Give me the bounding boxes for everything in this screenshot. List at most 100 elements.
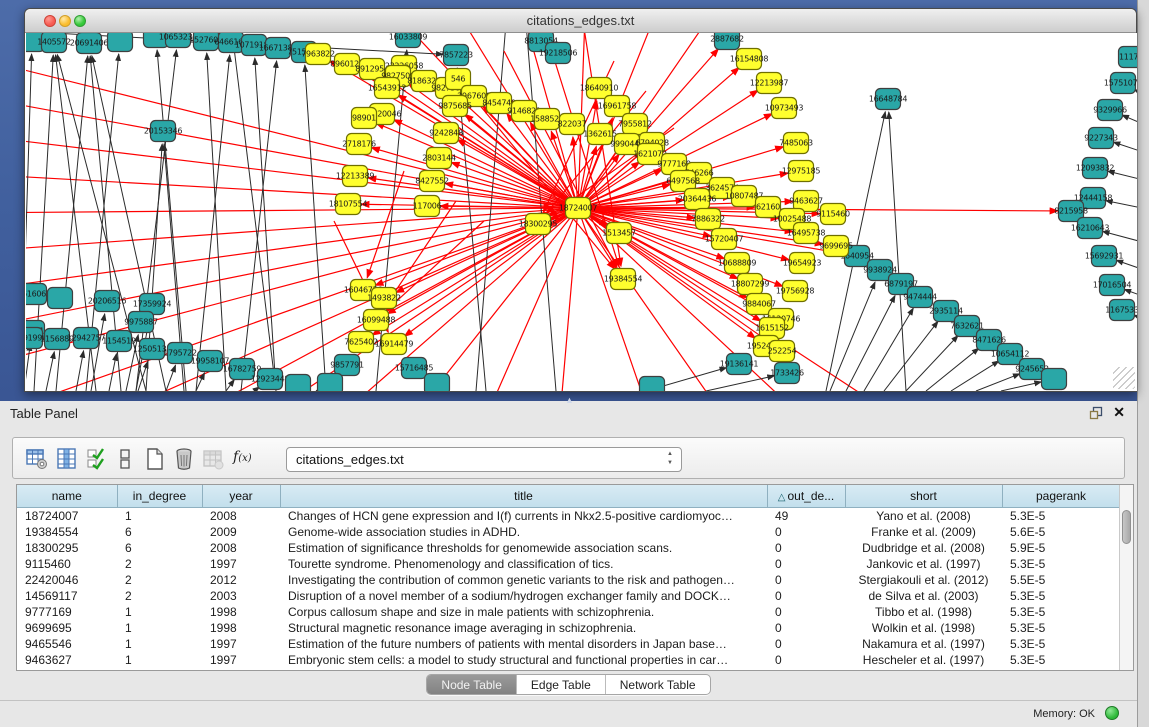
graph-node[interactable]: 1154519 <box>102 331 136 352</box>
table-cell[interactable]: Dudbridge et al. (2008) <box>845 540 1002 556</box>
table-cell[interactable]: Stergiakouli et al. (2012) <box>845 572 1002 588</box>
table-cell[interactable]: Changes of HCN gene expression and I(f) … <box>280 507 767 524</box>
column-header-short[interactable]: short <box>845 485 1002 507</box>
table-row[interactable]: 1938455462009Genome-wide association stu… <box>17 524 1120 540</box>
table-cell[interactable]: 1997 <box>202 652 280 668</box>
graph-node[interactable]: 7886322 <box>691 209 725 230</box>
table-cell[interactable]: Estimation of the future numbers of pati… <box>280 636 767 652</box>
new-file-icon[interactable] <box>143 447 167 471</box>
table-cell[interactable]: 0 <box>767 620 845 636</box>
table-cell[interactable]: Disruption of a novel member of a sodium… <box>280 588 767 604</box>
table-cell[interactable]: 0 <box>767 588 845 604</box>
graph-node[interactable]: 12213987 <box>750 73 789 94</box>
table-cell[interactable]: 1 <box>117 620 202 636</box>
graph-node[interactable]: 7625402 <box>344 332 378 353</box>
graph-node[interactable]: 7485063 <box>779 133 813 154</box>
graph-node[interactable]: 12093832 <box>1076 158 1115 179</box>
table-cell[interactable]: Wolkin et al. (1998) <box>845 620 1002 636</box>
table-scrollbar-thumb[interactable] <box>1122 510 1131 544</box>
table-cell[interactable]: 5.5E-5 <box>1002 572 1120 588</box>
table-cell[interactable]: 9463627 <box>17 652 117 668</box>
table-cell[interactable]: 1 <box>117 636 202 652</box>
splitter-handle[interactable]: ▲ <box>565 395 574 405</box>
table-cell[interactable]: Franke et al. (2009) <box>845 524 1002 540</box>
graph-node[interactable]: 19384554 <box>604 269 643 290</box>
graph-node[interactable]: 9329966 <box>1093 100 1127 121</box>
table-cell[interactable]: de Silva et al. (2003) <box>845 588 1002 604</box>
table-cell[interactable]: 5.9E-5 <box>1002 540 1120 556</box>
graph-node[interactable]: 1513457 <box>602 223 636 244</box>
float-panel-icon[interactable] <box>1089 406 1103 420</box>
table-cell[interactable]: Jankovic et al. (1997) <box>845 556 1002 572</box>
table-cell[interactable]: 1998 <box>202 604 280 620</box>
graph-node[interactable]: 16154808 <box>730 49 769 70</box>
graph-node[interactable]: 9474444 <box>903 287 937 308</box>
column-header-pagerank[interactable]: pagerank <box>1002 485 1120 507</box>
memory-status-indicator[interactable] <box>1105 706 1119 720</box>
table-cell[interactable]: 9699695 <box>17 620 117 636</box>
table-settings-icon[interactable] <box>25 447 49 471</box>
table-cell[interactable]: 2008 <box>202 540 280 556</box>
row-height-icon[interactable] <box>113 447 137 471</box>
table-cell[interactable]: 1 <box>117 652 202 668</box>
table-cell[interactable]: 9115460 <box>17 556 117 572</box>
select-columns-icon[interactable] <box>85 447 109 471</box>
column-header-title[interactable]: title <box>280 485 767 507</box>
function-builder-icon[interactable]: f(x) <box>233 449 257 473</box>
table-cell[interactable]: 5.3E-5 <box>1002 652 1120 668</box>
graph-node[interactable]: 20153346 <box>144 121 183 142</box>
graph-node[interactable]: 2803144 <box>422 148 456 169</box>
graph-node[interactable]: 8427552 <box>415 171 449 192</box>
table-scrollbar[interactable] <box>1119 485 1133 670</box>
table-cell[interactable]: 0 <box>767 652 845 668</box>
column-header-year[interactable]: year <box>202 485 280 507</box>
table-cell[interactable]: 14569117 <box>17 588 117 604</box>
table-cell[interactable]: 1997 <box>202 636 280 652</box>
graph-node[interactable]: 1405572 <box>37 33 71 53</box>
table-row[interactable]: 911546021997Tourette syndrome. Phenomeno… <box>17 556 1120 572</box>
graph-node[interactable] <box>425 374 450 392</box>
table-cell[interactable]: 0 <box>767 572 845 588</box>
column-header-outde[interactable]: △out_de... <box>767 485 845 507</box>
table-cell[interactable]: 19384554 <box>17 524 117 540</box>
table-cell[interactable]: 5.3E-5 <box>1002 507 1120 524</box>
table-row[interactable]: 2242004622012Investigating the contribut… <box>17 572 1120 588</box>
graph-node[interactable]: 7857223 <box>439 45 473 66</box>
graph-node[interactable]: 9699695 <box>819 236 853 257</box>
tab-edge-table[interactable]: Edge Table <box>517 675 606 695</box>
tab-network-table[interactable]: Network Table <box>606 675 710 695</box>
graph-node[interactable]: 12975185 <box>782 161 821 182</box>
table-cell[interactable]: 2 <box>117 556 202 572</box>
show-columns-icon[interactable] <box>55 447 79 471</box>
table-cell[interactable]: 0 <box>767 636 845 652</box>
table-row[interactable]: 1872400712008Changes of HCN gene express… <box>17 507 1120 524</box>
table-cell[interactable]: Estimation of significance thresholds fo… <box>280 540 767 556</box>
table-cell[interactable]: 5.3E-5 <box>1002 556 1120 572</box>
table-cell[interactable]: 2 <box>117 572 202 588</box>
column-header-name[interactable]: name <box>17 485 117 507</box>
graph-node[interactable]: 16648784 <box>869 89 908 110</box>
table-cell[interactable]: Yano et al. (2008) <box>845 507 1002 524</box>
table-cell[interactable]: Structural magnetic resonance image aver… <box>280 620 767 636</box>
graph-node[interactable]: 10688809 <box>718 253 757 274</box>
table-row[interactable]: 977716911998Corpus callosum shape and si… <box>17 604 1120 620</box>
table-cell[interactable]: 5.3E-5 <box>1002 604 1120 620</box>
graph-node[interactable] <box>48 288 73 309</box>
graph-node[interactable]: 10973493 <box>765 98 804 119</box>
network-window-titlebar[interactable]: citations_edges.txt <box>25 9 1136 33</box>
graph-node[interactable]: 9857791 <box>330 355 364 376</box>
table-row[interactable]: 1456911722003Disruption of a novel membe… <box>17 588 1120 604</box>
graph-node[interactable]: 98901 <box>352 108 377 129</box>
graph-node[interactable]: 252254 <box>768 341 797 362</box>
graph-node[interactable]: 16033809 <box>389 33 428 48</box>
table-cell[interactable]: 2012 <box>202 572 280 588</box>
table-cell[interactable]: Hescheler et al. (1997) <box>845 652 1002 668</box>
graph-node[interactable] <box>108 33 133 52</box>
window-resize-grip[interactable] <box>1113 367 1135 389</box>
table-cell[interactable]: 2008 <box>202 507 280 524</box>
graph-node[interactable]: 19756928 <box>776 281 815 302</box>
table-cell[interactable]: 0 <box>767 540 845 556</box>
graph-node[interactable]: 9115460 <box>816 204 850 225</box>
table-cell[interactable]: 2003 <box>202 588 280 604</box>
table-cell[interactable]: 5.6E-5 <box>1002 524 1120 540</box>
